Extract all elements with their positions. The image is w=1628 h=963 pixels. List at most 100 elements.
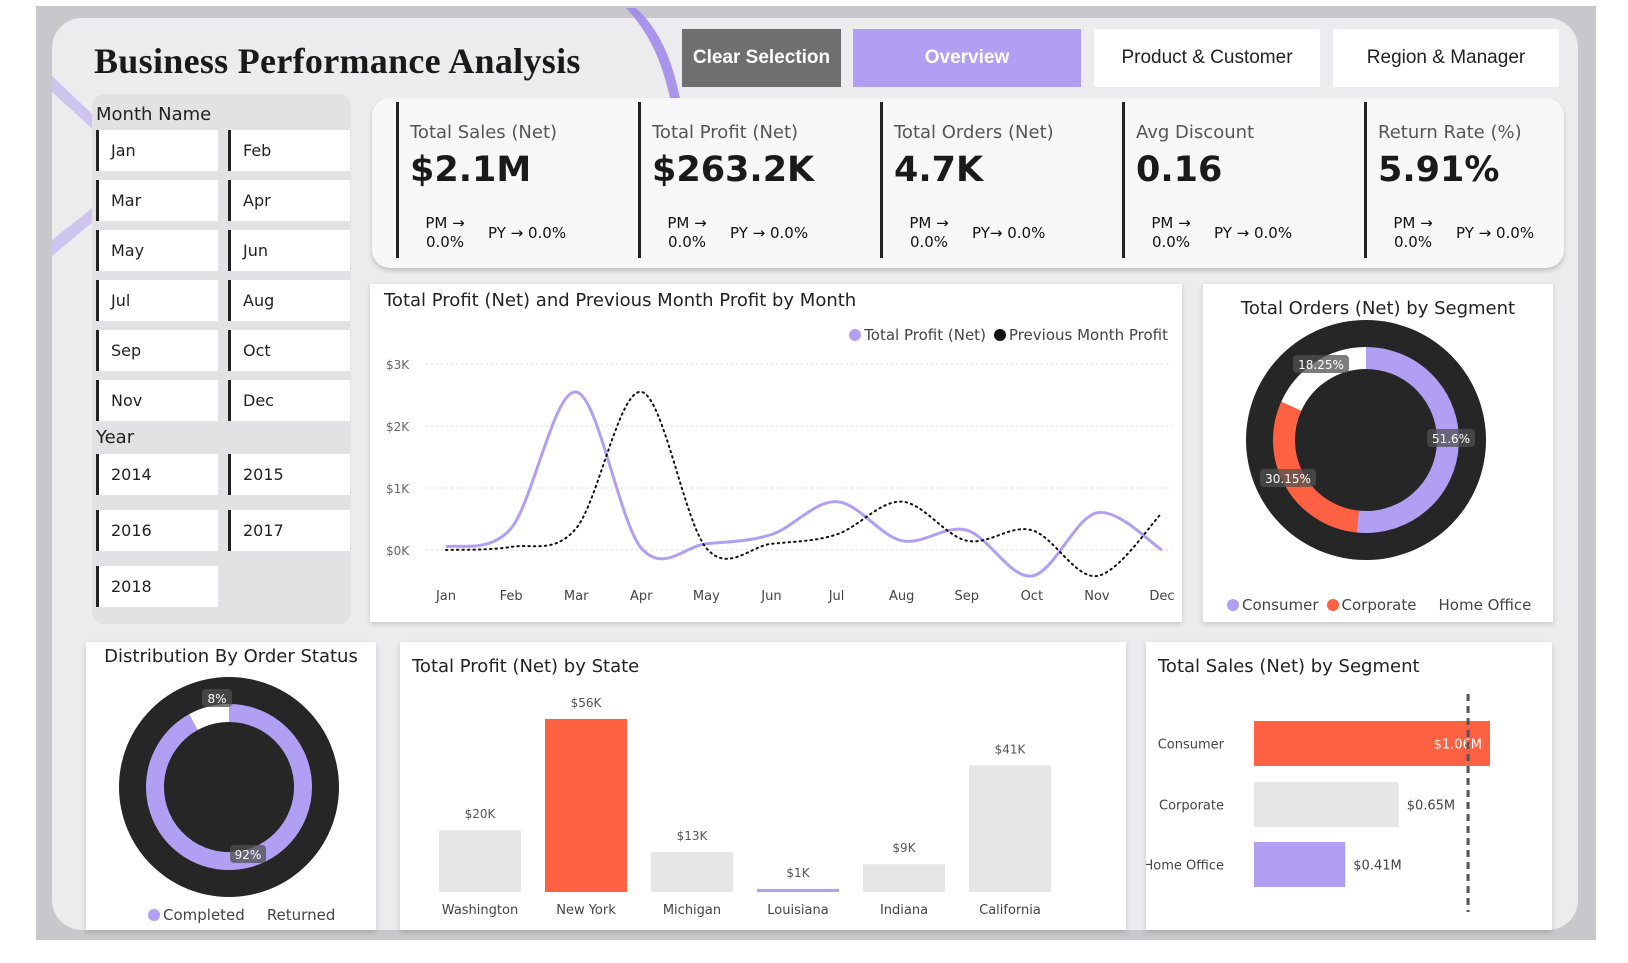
year-slicer-title: Year bbox=[96, 427, 135, 448]
month-slicer-title: Month Name bbox=[96, 104, 212, 125]
bar-value-label: $1K bbox=[786, 866, 810, 880]
kpi-label: Total Orders (Net) bbox=[894, 122, 1054, 143]
legend-dot-completed bbox=[148, 909, 160, 921]
state-bar bbox=[757, 888, 839, 892]
x-tick-label: California bbox=[979, 903, 1041, 918]
tab-region-manager[interactable]: Region & Manager bbox=[1333, 29, 1559, 87]
order-status-donut-card[interactable]: Distribution By Order Status 92% 8% Compl… bbox=[86, 642, 376, 930]
kpi-pm: PM → 0.0% bbox=[652, 214, 722, 252]
x-tick-label: New York bbox=[556, 903, 616, 918]
x-tick-label: Indiana bbox=[880, 903, 928, 918]
kpi-py: PY → 0.0% bbox=[488, 224, 567, 242]
x-tick-label: Jul bbox=[828, 589, 845, 604]
bar-value-label: $0.41M bbox=[1353, 859, 1401, 874]
donut-slice bbox=[189, 704, 230, 731]
x-tick-label: Apr bbox=[630, 589, 653, 604]
profit-line bbox=[445, 390, 1163, 578]
month-chip-oct[interactable]: Oct bbox=[228, 330, 350, 371]
x-tick-label: Michigan bbox=[663, 903, 721, 918]
donut-value-label: 18.25% bbox=[1298, 358, 1344, 372]
sales-segment-bars: Consumer $1.06M Corporate $0.65M Home Office… bbox=[1146, 694, 1490, 912]
kpi-total-orders[interactable]: Total Orders (Net) 4.7K PM → 0.0% PY→ 0.0… bbox=[880, 102, 1118, 258]
kpi-label: Return Rate (%) bbox=[1378, 122, 1522, 143]
kpi-label: Avg Discount bbox=[1136, 122, 1255, 143]
line-chart-plot: $0K $1K $2K $3K Jan Feb Mar Apr May Jun Jul Aug Sep O… bbox=[386, 358, 1175, 604]
kpi-total-sales[interactable]: Total Sales (Net) $2.1M PM → 0.0% PY → 0.… bbox=[396, 102, 634, 258]
x-tick-label: Jan bbox=[435, 589, 456, 604]
profit-state-bar-card[interactable]: Total Profit (Net) by State $20K Washingt… bbox=[400, 642, 1126, 930]
bar-value-label: $56K bbox=[571, 696, 603, 710]
month-chip-mar[interactable]: Mar bbox=[96, 180, 218, 221]
tab-product-customer[interactable]: Product & Customer bbox=[1094, 29, 1320, 87]
kpi-pm-label: PM → bbox=[667, 214, 707, 232]
kpi-value: 5.91% bbox=[1378, 150, 1500, 190]
kpi-pm: PM → 0.0% bbox=[410, 214, 480, 252]
month-chip-jul[interactable]: Jul bbox=[96, 280, 218, 321]
kpi-total-profit[interactable]: Total Profit (Net) $263.2K PM → 0.0% PY →… bbox=[638, 102, 876, 258]
donut-value-label: 8% bbox=[207, 692, 226, 706]
x-tick-label: Feb bbox=[500, 589, 523, 604]
clear-selection-button[interactable]: Clear Selection bbox=[682, 29, 841, 87]
month-chip-may[interactable]: May bbox=[96, 230, 218, 271]
x-tick-label: Aug bbox=[889, 589, 914, 604]
legend-label-home-office: Home Office bbox=[1438, 596, 1532, 614]
kpi-value: $2.1M bbox=[410, 150, 532, 190]
state-bar bbox=[651, 851, 733, 892]
year-chip-2018[interactable]: 2018 bbox=[96, 566, 218, 607]
y-tick-label: Consumer bbox=[1158, 738, 1225, 753]
order-status-donut: 92% 8% bbox=[119, 677, 339, 897]
segment-donut-legend: Consumer Corporate Home Office bbox=[1227, 596, 1531, 614]
year-chip-2015[interactable]: 2015 bbox=[228, 454, 350, 495]
filter-panel: Month Name Jan Feb Mar Apr May Jun Jul A… bbox=[92, 94, 351, 624]
kpi-pm-label: PM → bbox=[1393, 214, 1433, 232]
bar-value-label: $9K bbox=[892, 841, 916, 855]
x-tick-label: Oct bbox=[1021, 589, 1043, 604]
legend-label-returned: Returned bbox=[266, 906, 336, 924]
segment-bar bbox=[1254, 842, 1346, 887]
profit-state-bars: $20K Washington $56K New York $13K Michigan $1… bbox=[439, 696, 1051, 918]
month-chip-sep[interactable]: Sep bbox=[96, 330, 218, 371]
month-chip-dec[interactable]: Dec bbox=[228, 380, 350, 421]
kpi-value: 4.7K bbox=[894, 150, 984, 190]
donut-value-label: 51.6% bbox=[1432, 432, 1470, 446]
kpi-avg-discount[interactable]: Avg Discount 0.16 PM → 0.0% PY → 0.0% bbox=[1122, 102, 1360, 258]
month-chip-aug[interactable]: Aug bbox=[228, 280, 350, 321]
year-chip-2014[interactable]: 2014 bbox=[96, 454, 218, 495]
state-bar bbox=[545, 719, 627, 892]
kpi-value: $263.2K bbox=[652, 150, 815, 190]
kpi-py: PY → 0.0% bbox=[1456, 224, 1535, 242]
state-bar bbox=[863, 864, 945, 892]
y-tick-label: Home Office bbox=[1146, 859, 1224, 874]
tab-overview[interactable]: Overview bbox=[853, 29, 1081, 87]
kpi-pm: PM → 0.0% bbox=[1378, 214, 1448, 252]
x-tick-label: Dec bbox=[1149, 589, 1174, 604]
x-tick-label: Nov bbox=[1084, 589, 1110, 604]
y-tick-label: $0K bbox=[386, 544, 410, 558]
kpi-label: Total Profit (Net) bbox=[652, 122, 799, 143]
kpi-label: Total Sales (Net) bbox=[410, 122, 558, 143]
bar-value-label: $1.06M bbox=[1434, 738, 1482, 753]
y-tick-label: Corporate bbox=[1159, 799, 1224, 814]
sales-segment-bar-card[interactable]: Total Sales (Net) by Segment Consumer $1.… bbox=[1146, 642, 1552, 930]
bar-value-label: $0.65M bbox=[1407, 799, 1455, 814]
month-chip-nov[interactable]: Nov bbox=[96, 380, 218, 421]
orders-segment-donut-card[interactable]: Total Orders (Net) by Segment 51.6% 30.15… bbox=[1203, 284, 1553, 622]
year-chip-2017[interactable]: 2017 bbox=[228, 510, 350, 551]
legend-label-completed: Completed bbox=[163, 906, 245, 924]
kpi-strip: Total Sales (Net) $2.1M PM → 0.0% PY → 0.… bbox=[372, 98, 1564, 268]
month-chip-feb[interactable]: Feb bbox=[228, 130, 350, 171]
y-tick-label: $2K bbox=[386, 420, 410, 434]
kpi-pm-label: PM → bbox=[425, 214, 465, 232]
month-chip-jan[interactable]: Jan bbox=[96, 130, 218, 171]
legend-dot-consumer bbox=[1227, 599, 1239, 611]
kpi-pm-label: PM → bbox=[909, 214, 949, 232]
legend-label-corporate: Corporate bbox=[1341, 596, 1417, 614]
year-chip-2016[interactable]: 2016 bbox=[96, 510, 218, 551]
month-chip-apr[interactable]: Apr bbox=[228, 180, 350, 221]
legend-label-consumer: Consumer bbox=[1242, 596, 1319, 614]
x-tick-label: Louisiana bbox=[767, 903, 828, 918]
donut-value-label: 30.15% bbox=[1265, 472, 1311, 486]
profit-line-chart-card[interactable]: Total Profit (Net) and Previous Month Pr… bbox=[370, 284, 1182, 622]
month-chip-jun[interactable]: Jun bbox=[228, 230, 350, 271]
kpi-return-rate[interactable]: Return Rate (%) 5.91% PM → 0.0% PY → 0.0% bbox=[1364, 102, 1602, 258]
